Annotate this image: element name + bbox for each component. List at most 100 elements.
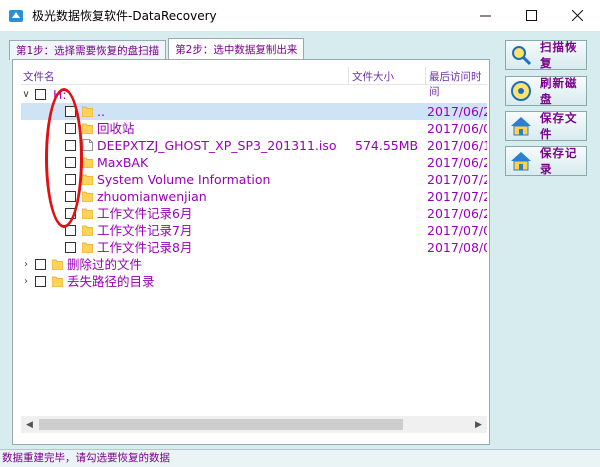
save-log-button[interactable]: 保存记录 <box>505 146 587 176</box>
row-name: 工作文件记录8月 <box>97 240 193 255</box>
refresh-disk-label: 刷新磁盘 <box>540 76 578 106</box>
row-checkbox[interactable] <box>35 259 46 270</box>
row-checkbox[interactable] <box>65 140 76 151</box>
house-log-icon <box>509 149 533 173</box>
save-log-label: 保存记录 <box>540 146 578 176</box>
minimize-button[interactable] <box>462 0 508 31</box>
file-list-panel: 文件名 文件大小 最后访问时间 ∨ H:.. 2017/06/2 回收站 2017/06… <box>12 59 490 445</box>
close-icon <box>571 10 583 21</box>
folder-icon <box>82 173 93 185</box>
scan-recover-button[interactable]: 扫描恢复 <box>505 40 587 70</box>
row-checkbox[interactable] <box>35 89 46 100</box>
file-tree: ∨ H:.. 2017/06/2 回收站 2017/06/0 DEEPXTZJ_GHOST… <box>21 86 487 406</box>
tree-row[interactable]: DEEPXTZJ_GHOST_XP_SP3_201311.iso 574.55MB… <box>21 137 487 154</box>
row-name: 回收站 <box>97 121 135 136</box>
tree-row[interactable]: System Volume Information 2017/07/2 <box>21 171 487 188</box>
row-size: 574.55MB <box>355 138 419 153</box>
house-save-icon <box>509 114 533 138</box>
app-logo-icon <box>8 8 24 24</box>
row-time: 2017/07/0 <box>427 223 487 238</box>
row-checkbox[interactable] <box>35 276 46 287</box>
maximize-icon <box>525 10 537 21</box>
tab-step1[interactable]: 第1步：选择需要恢复的盘扫描 <box>9 40 167 60</box>
row-name: zhuomianwenjian <box>97 189 207 204</box>
scroll-right-icon[interactable]: ▶ <box>470 416 487 433</box>
folder-icon <box>82 122 93 134</box>
column-divider[interactable] <box>348 67 349 85</box>
list-header: 文件名 文件大小 最后访问时间 <box>21 67 487 98</box>
folder-icon <box>82 207 93 219</box>
expand-toggle-icon[interactable]: ∨ <box>21 86 31 103</box>
folder-icon <box>82 156 93 168</box>
row-time: 2017/07/2 <box>427 172 487 187</box>
title-bar: 极光数据恢复软件-DataRecovery <box>0 0 600 31</box>
row-name: 工作文件记录7月 <box>97 223 193 238</box>
close-button[interactable] <box>554 0 600 31</box>
column-header-name[interactable]: 文件名 <box>23 69 55 84</box>
tree-row[interactable]: 工作文件记录8月 2017/08/0 <box>21 239 487 256</box>
row-checkbox[interactable] <box>65 123 76 134</box>
row-checkbox[interactable] <box>65 157 76 168</box>
row-name: MaxBAK <box>97 155 149 170</box>
tree-row[interactable]: .. 2017/06/2 <box>21 103 487 120</box>
row-time: 2017/06/2 <box>427 206 487 221</box>
horizontal-scrollbar[interactable]: ◀ ▶ <box>21 416 487 433</box>
folder-icon <box>82 105 93 117</box>
tree-row[interactable]: MaxBAK 2017/06/2 <box>21 154 487 171</box>
maximize-button[interactable] <box>508 0 554 31</box>
row-time: 2017/06/1 <box>427 138 487 153</box>
row-name: DEEPXTZJ_GHOST_XP_SP3_201311.iso <box>97 138 337 153</box>
row-time: 2017/06/0 <box>427 121 487 136</box>
row-checkbox[interactable] <box>65 225 76 236</box>
refresh-disk-button[interactable]: 刷新磁盘 <box>505 76 587 106</box>
tree-row[interactable]: › 删除过的文件 <box>21 256 487 273</box>
status-bar: 数据重建完毕，请勾选要恢复的数据 <box>0 449 600 467</box>
folder-icon <box>82 190 93 202</box>
step-tabs: 第1步：选择需要恢复的盘扫描 第2步：选中数据复制出来 <box>9 38 306 60</box>
tab-step2[interactable]: 第2步：选中数据复制出来 <box>168 38 305 60</box>
row-name: 删除过的文件 <box>67 257 143 272</box>
row-time: 2017/06/2 <box>427 104 487 119</box>
expand-toggle-icon[interactable]: › <box>21 273 31 290</box>
folder-icon <box>82 224 93 236</box>
row-time: 2017/07/2 <box>427 189 487 204</box>
tree-row[interactable]: › 丢失路径的目录 <box>21 273 487 290</box>
save-file-label: 保存文件 <box>540 111 578 141</box>
row-checkbox[interactable] <box>65 208 76 219</box>
scroll-left-icon[interactable]: ◀ <box>21 416 38 433</box>
tree-row[interactable]: ∨ H: <box>21 86 487 103</box>
scrollbar-thumb[interactable] <box>39 419 403 430</box>
row-name: H: <box>53 87 67 102</box>
row-checkbox[interactable] <box>65 106 76 117</box>
tree-row[interactable]: 回收站 2017/06/0 <box>21 120 487 137</box>
magnifier-icon <box>509 43 533 67</box>
column-header-size[interactable]: 文件大小 <box>352 69 394 84</box>
row-name: System Volume Information <box>97 172 271 187</box>
tree-row[interactable]: 工作文件记录7月 2017/07/0 <box>21 222 487 239</box>
row-name: 丢失路径的目录 <box>67 274 155 289</box>
folder-icon <box>82 241 93 253</box>
row-name: 工作文件记录6月 <box>97 206 193 221</box>
window-title: 极光数据恢复软件-DataRecovery <box>32 9 217 23</box>
column-divider[interactable] <box>425 67 426 85</box>
save-file-button[interactable]: 保存文件 <box>505 111 587 141</box>
row-name: .. <box>97 104 105 119</box>
disk-icon <box>509 79 533 103</box>
row-checkbox[interactable] <box>65 174 76 185</box>
file-icon <box>82 139 93 151</box>
tree-row[interactable]: zhuomianwenjian 2017/07/2 <box>21 188 487 205</box>
row-checkbox[interactable] <box>65 242 76 253</box>
tree-row[interactable]: 工作文件记录6月 2017/06/2 <box>21 205 487 222</box>
expand-toggle-icon[interactable]: › <box>21 256 31 273</box>
row-time: 2017/06/2 <box>427 155 487 170</box>
folder-icon <box>52 258 63 270</box>
folder-icon <box>52 275 63 287</box>
row-checkbox[interactable] <box>65 191 76 202</box>
